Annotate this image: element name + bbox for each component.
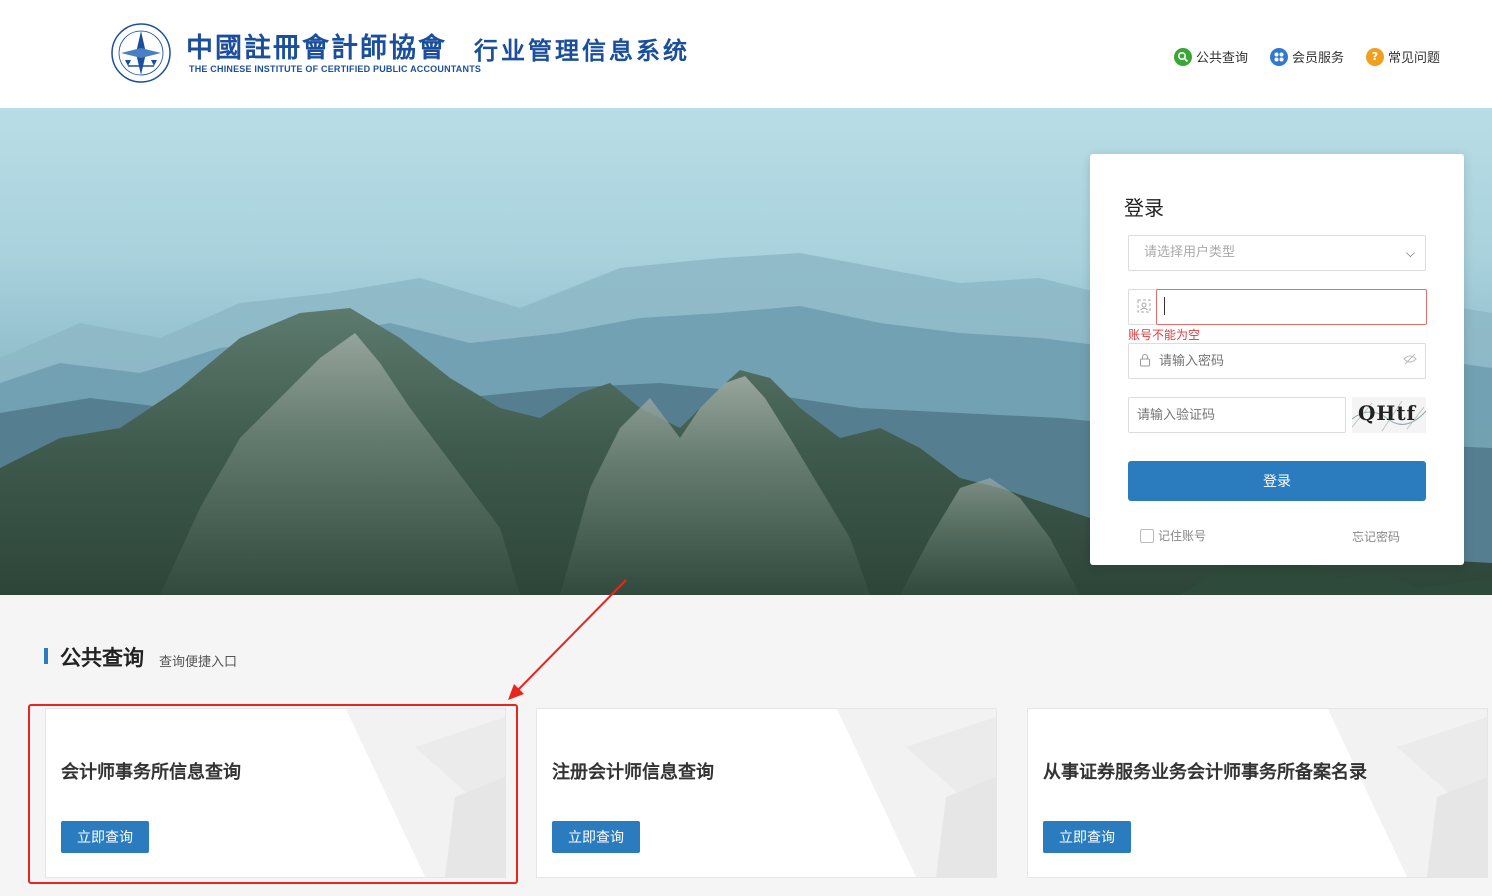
- user-id-icon: [1135, 299, 1153, 317]
- checkbox-square[interactable]: [1140, 528, 1154, 543]
- lock-icon: [1139, 353, 1151, 370]
- section-accent-bar: [44, 648, 48, 664]
- query-card-securities-firms: 从事证券服务业务会计师事务所备案名录 立即查询: [1027, 708, 1488, 878]
- card-decoration-graphic: [1327, 709, 1487, 877]
- login-submit-button[interactable]: 登录: [1128, 461, 1426, 501]
- captcha-input[interactable]: [1128, 397, 1346, 433]
- user-type-placeholder: 请选择用户类型: [1144, 245, 1236, 260]
- account-error-message: 账号不能为空: [1128, 328, 1201, 342]
- password-input[interactable]: [1159, 344, 1389, 378]
- account-input[interactable]: [1156, 289, 1427, 325]
- card-title: 从事证券服务业务会计师事务所备案名录: [1043, 762, 1367, 783]
- public-query-title: 公共查询: [60, 646, 144, 670]
- nav-public-query[interactable]: 公共查询: [1173, 47, 1248, 66]
- public-query-subtitle: 查询便捷入口: [159, 655, 238, 670]
- password-field-wrapper: [1128, 343, 1426, 379]
- nav-faq[interactable]: ? 常见问题: [1365, 47, 1440, 66]
- card-decoration-graphic: [836, 709, 996, 877]
- top-nav: 公共查询 会员服务 ? 常见问题: [1173, 47, 1440, 66]
- text-caret: [1164, 297, 1165, 315]
- query-card-firm-info: 会计师事务所信息查询 立即查询: [45, 708, 506, 878]
- nav-member-service-label: 会员服务: [1291, 51, 1344, 66]
- card-title: 注册会计师信息查询: [552, 762, 714, 783]
- captcha-text: QHtf: [1358, 401, 1417, 425]
- search-icon: [1173, 47, 1192, 66]
- account-field-wrapper: [1128, 289, 1427, 325]
- site-header: 中國註冊會計師協會 THE CHINESE INSTITUTE OF CERTI…: [0, 0, 1492, 108]
- card-decoration-graphic: [345, 709, 505, 877]
- forgot-password-link[interactable]: 忘记密码: [1352, 528, 1400, 545]
- member-icon: [1269, 47, 1288, 66]
- query-now-button[interactable]: 立即查询: [552, 821, 640, 853]
- nav-faq-label: 常见问题: [1387, 51, 1440, 66]
- system-title: 行业管理信息系统: [474, 36, 690, 65]
- nav-member-service[interactable]: 会员服务: [1269, 47, 1344, 66]
- chevron-down-icon: ⌵: [1405, 246, 1415, 260]
- remember-account-label: 记住账号: [1158, 529, 1207, 543]
- captcha-image[interactable]: QHtf: [1352, 397, 1426, 433]
- card-title: 会计师事务所信息查询: [61, 762, 241, 783]
- login-card: 登录 请选择用户类型 ⌵ 账号不能为空 QHtf 登录 记住账号 忘记密码: [1090, 154, 1464, 565]
- query-now-button[interactable]: 立即查询: [61, 821, 149, 853]
- logo-chinese-name: 中國註冊會計師協會: [186, 33, 447, 64]
- query-now-button[interactable]: 立即查询: [1043, 821, 1131, 853]
- login-title: 登录: [1124, 196, 1164, 220]
- query-card-cpa-info: 注册会计师信息查询 立即查询: [536, 708, 997, 878]
- eye-off-icon[interactable]: [1403, 353, 1417, 368]
- remember-account-checkbox[interactable]: 记住账号: [1140, 527, 1206, 544]
- logo-english-name: THE CHINESE INSTITUTE OF CERTIFIED PUBLI…: [189, 64, 482, 74]
- user-type-select[interactable]: 请选择用户类型 ⌵: [1128, 235, 1426, 271]
- nav-public-query-label: 公共查询: [1195, 51, 1248, 66]
- question-icon: ?: [1365, 47, 1384, 66]
- cicpa-emblem-icon: [111, 23, 171, 83]
